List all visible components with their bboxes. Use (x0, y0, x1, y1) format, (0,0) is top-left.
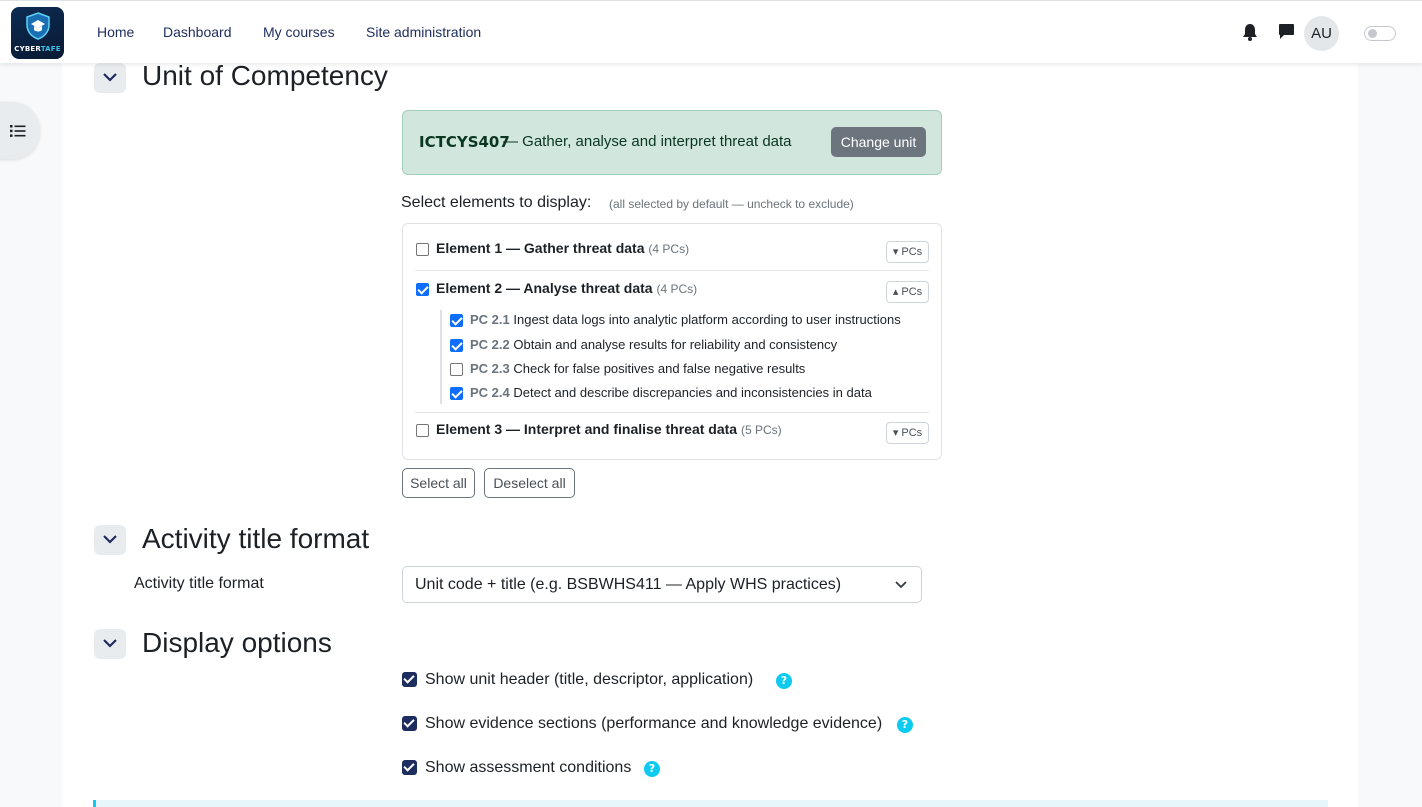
select-all-button[interactable]: Select all (402, 468, 475, 498)
element-1-title: Element 1 — Gather threat data (4 PCs) (436, 240, 690, 256)
pc-2-4-checkbox[interactable] (450, 387, 463, 400)
chevron-down-icon (103, 639, 117, 648)
show-assessment-conditions-label: Show assessment conditions (425, 759, 632, 776)
show-assessment-conditions-checkbox[interactable] (402, 760, 417, 775)
element-1-checkbox[interactable] (416, 243, 429, 256)
chevron-down-icon (895, 581, 907, 589)
element-2-checkbox[interactable] (416, 283, 429, 296)
change-unit-button[interactable]: Change unit (831, 127, 926, 157)
messages-icon[interactable] (1278, 23, 1295, 40)
select-value: Unit code + title (e.g. BSBWHS411 — Appl… (415, 576, 842, 593)
element-3-pcs-toggle[interactable]: ▾ PCs (886, 422, 929, 444)
unit-summary-box: ICTCYS407 — Gather, analyse and interpre… (402, 110, 942, 175)
unit-section-title: Unit of Competency (142, 60, 388, 91)
show-unit-header-label: Show unit header (title, descriptor, app… (425, 671, 754, 688)
select-elements-label: Select elements to display: (401, 194, 592, 211)
help-icon[interactable]: ? (897, 717, 913, 733)
element-3-title: Element 3 — Interpret and finalise threa… (436, 421, 782, 437)
edit-mode-toggle[interactable] (1364, 26, 1396, 41)
pc-2-3-label: PC 2.3 Check for false positives and fal… (470, 361, 806, 376)
nav-home[interactable]: Home (97, 24, 134, 40)
show-evidence-label: Show evidence sections (performance and … (425, 715, 883, 732)
show-evidence-checkbox[interactable] (402, 716, 417, 731)
activity-section-collapse-button[interactable] (94, 525, 126, 555)
pc-list-border (440, 310, 442, 404)
main-content: Unit of Competency ICTCYS407 — Gather, a… (62, 60, 1358, 807)
help-icon[interactable]: ? (644, 761, 660, 777)
divider (415, 270, 929, 271)
pc-2-3-checkbox[interactable] (450, 363, 463, 376)
list-icon (10, 125, 26, 137)
pc-2-1-checkbox[interactable] (450, 314, 463, 327)
elements-list: Element 1 — Gather threat data (4 PCs) ▾… (402, 223, 942, 460)
activity-title-format-label: Activity title format (134, 575, 264, 592)
user-avatar[interactable]: AU (1304, 16, 1339, 51)
display-section-collapse-button[interactable] (94, 629, 126, 659)
chevron-down-icon (103, 535, 117, 544)
pc-2-2-label: PC 2.2 Obtain and analyse results for re… (470, 337, 838, 352)
chevron-down-icon (103, 73, 117, 82)
top-navbar: CYBERTAFE Home Dashboard My courses Site… (0, 0, 1422, 63)
deselect-all-button[interactable]: Deselect all (484, 468, 575, 498)
course-index-drawer-button[interactable] (0, 102, 40, 159)
nav-dashboard[interactable]: Dashboard (163, 24, 232, 40)
unit-name: — Gather, analyse and interpret threat d… (503, 133, 792, 150)
activity-title-format-select[interactable]: Unit code + title (e.g. BSBWHS411 — Appl… (402, 566, 922, 603)
nav-my-courses[interactable]: My courses (263, 24, 335, 40)
nav-site-administration[interactable]: Site administration (366, 24, 481, 40)
element-2-title: Element 2 — Analyse threat data (4 PCs) (436, 280, 698, 296)
logo-text: CYBERTAFE (14, 45, 61, 53)
element-2-pcs-toggle[interactable]: ▴ PCs (886, 281, 929, 303)
select-elements-hint: (all selected by default — uncheck to ex… (609, 197, 854, 211)
pc-2-2-checkbox[interactable] (450, 339, 463, 352)
display-section-title: Display options (142, 627, 332, 658)
help-icon[interactable]: ? (776, 673, 792, 689)
element-1-pcs-toggle[interactable]: ▾ PCs (886, 241, 929, 263)
divider (415, 412, 929, 413)
unit-code: ICTCYS407 (419, 133, 510, 151)
shield-icon (26, 12, 50, 40)
cybertafe-logo[interactable]: CYBERTAFE (11, 7, 64, 59)
pc-2-1-label: PC 2.1 Ingest data logs into analytic pl… (470, 312, 901, 327)
bell-icon[interactable] (1242, 23, 1258, 41)
element-3-checkbox[interactable] (416, 424, 429, 437)
unit-section-collapse-button[interactable] (94, 63, 126, 93)
activity-section-title: Activity title format (142, 523, 370, 554)
info-alert (93, 800, 1328, 807)
show-unit-header-checkbox[interactable] (402, 672, 417, 687)
pc-2-4-label: PC 2.4 Detect and describe discrepancies… (470, 385, 872, 400)
